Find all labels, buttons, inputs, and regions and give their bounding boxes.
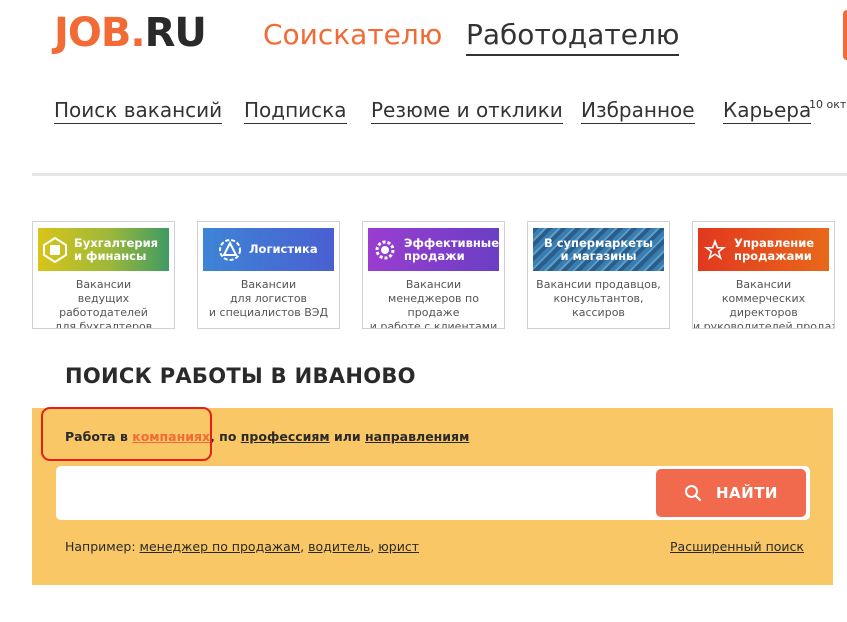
logo-ru: RU bbox=[144, 10, 207, 56]
nav-item-career[interactable]: Карьера bbox=[723, 97, 812, 124]
card-description: Вакансии коммерческих директоров и руководи… bbox=[693, 278, 835, 329]
examples-prefix: Например: bbox=[65, 539, 140, 554]
search-input[interactable] bbox=[68, 476, 652, 512]
find-button[interactable]: НАЙТИ bbox=[656, 469, 806, 517]
search-icon bbox=[684, 485, 702, 502]
header-divider bbox=[32, 173, 847, 176]
filters-or: или bbox=[329, 429, 366, 444]
nav-item-job-search[interactable]: Поиск вакансий bbox=[54, 97, 223, 124]
filters-mid: , по bbox=[210, 429, 241, 444]
filter-professions-link[interactable]: профессиям bbox=[241, 429, 330, 444]
card-banner: Логистика bbox=[203, 228, 334, 271]
tab-employer[interactable]: Работодателю bbox=[466, 17, 680, 56]
logo-dot: . bbox=[130, 10, 145, 56]
example-link[interactable]: юрист bbox=[378, 539, 419, 554]
nav-item-favorites[interactable]: Избранное bbox=[581, 97, 695, 124]
career-date-badge: 10 окт bbox=[809, 98, 847, 111]
search-panel: Работа в компаниях, по профессиям или на… bbox=[32, 408, 833, 585]
search-box: НАЙТИ bbox=[56, 466, 810, 520]
logo-job: JOB bbox=[54, 10, 131, 56]
card-description: Вакансии ведущих работодателей для бухгалт… bbox=[54, 278, 153, 329]
site-logo[interactable]: JOB.RU bbox=[54, 10, 207, 56]
card-description: Вакансии для логистов и специалистов ВЭД bbox=[208, 278, 329, 319]
filter-directions-link[interactable]: направлениям bbox=[365, 429, 469, 444]
card-banner: В супермаркеты и магазины bbox=[533, 228, 664, 271]
card-banner: Управление продажами bbox=[698, 228, 829, 271]
card-title-line1: Логистика bbox=[249, 242, 318, 257]
logistics-icon bbox=[217, 237, 243, 263]
card-banner: Бухгалтерия и финансы bbox=[38, 228, 169, 271]
header-edge-button[interactable] bbox=[843, 10, 847, 60]
example-link[interactable]: менеджер по продажам bbox=[140, 539, 301, 554]
page-title: ПОИСК РАБОТЫ В ИВАНОВО bbox=[65, 364, 416, 388]
card-description: Вакансии менеджеров по продаже и работе с … bbox=[369, 278, 498, 329]
category-card-supermarkets[interactable]: В супермаркеты и магазины Вакансии продав… bbox=[527, 221, 670, 329]
gear-icon bbox=[372, 237, 398, 263]
tab-seeker[interactable]: Соискателю bbox=[263, 17, 442, 53]
card-title-line2: и финансы bbox=[74, 248, 147, 263]
advanced-search-link[interactable]: Расширенный поиск bbox=[670, 539, 804, 554]
star-icon bbox=[702, 237, 728, 263]
category-card-accounting[interactable]: Бухгалтерия и финансы Вакансии ведущих раб… bbox=[32, 221, 175, 329]
search-filters: Работа в компаниях, по профессиям или на… bbox=[65, 429, 469, 444]
card-title-line2: и магазины bbox=[560, 248, 637, 263]
card-description: Вакансии продавцов, консультантов, кассиро… bbox=[536, 278, 661, 319]
category-card-sales-management[interactable]: Управление продажами Вакансии коммерческих… bbox=[692, 221, 835, 329]
card-title-line2: продажи bbox=[404, 248, 465, 263]
nav-item-subscription[interactable]: Подписка bbox=[244, 97, 347, 124]
nav-item-resumes[interactable]: Резюме и отклики bbox=[371, 97, 563, 124]
filters-prefix: Работа в bbox=[65, 429, 133, 444]
calculator-icon bbox=[42, 236, 68, 263]
card-title-line2: продажами bbox=[734, 248, 812, 263]
filter-companies-link[interactable]: компаниях bbox=[132, 429, 210, 444]
category-card-sales[interactable]: Эффективные продажи Вакансии менеджеров по… bbox=[362, 221, 505, 329]
search-examples: Например: менеджер по продажам, водитель… bbox=[65, 539, 419, 554]
find-button-label: НАЙТИ bbox=[715, 484, 778, 502]
example-link[interactable]: водитель bbox=[308, 539, 370, 554]
card-banner: Эффективные продажи bbox=[368, 228, 499, 271]
category-card-logistics[interactable]: Логистика Вакансии для логистов и специали… bbox=[197, 221, 340, 329]
